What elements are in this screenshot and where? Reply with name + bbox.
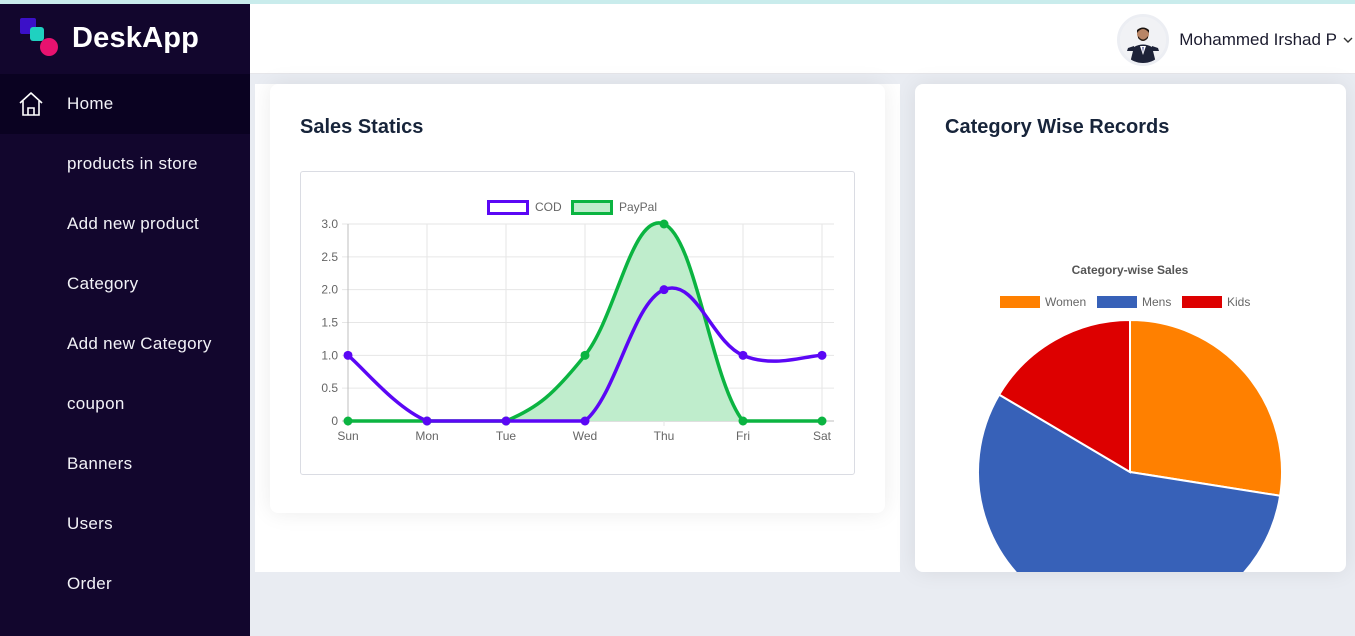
sidebar-item-label: Category [67, 274, 139, 293]
brand[interactable]: DeskApp [0, 4, 250, 72]
data-point-paypal [817, 416, 827, 426]
legend-swatch-mens [1097, 296, 1137, 308]
sidebar-item-banners[interactable]: Banners [0, 434, 250, 494]
y-tick-label: 3.0 [321, 217, 338, 231]
x-tick-label: Wed [573, 429, 597, 443]
x-tick-label: Mon [415, 429, 438, 443]
y-tick-label: 1.5 [321, 316, 338, 330]
legend-label-mens: Mens [1142, 295, 1171, 309]
data-point-paypal [659, 219, 669, 229]
data-point-cod [501, 416, 511, 426]
legend-label-paypal: PayPal [619, 200, 657, 214]
sidebar-item-label: Add new Category [67, 334, 212, 353]
y-tick-label: 0.5 [321, 381, 338, 395]
x-tick-label: Thu [654, 429, 675, 443]
x-tick-label: Tue [496, 429, 517, 443]
category-card: Category Wise Records Category-wise Sale… [915, 84, 1346, 572]
avatar[interactable] [1117, 14, 1170, 66]
home-icon [19, 92, 43, 116]
sidebar-item-users[interactable]: Users [0, 494, 250, 554]
category-card-title: Category Wise Records [945, 116, 1170, 138]
avatar-image [1120, 17, 1167, 63]
data-point-cod [422, 416, 432, 426]
data-point-cod [580, 416, 590, 426]
sidebar-item-category[interactable]: Category [0, 254, 250, 314]
data-point-paypal [738, 416, 748, 426]
sidebar: DeskApp Home products in store Add new p… [0, 4, 250, 636]
x-tick-label: Fri [736, 429, 750, 443]
legend-swatch-cod [487, 200, 529, 215]
category-pie-chart: Category-wise Sales Women Mens Kids [977, 263, 1283, 572]
data-point-cod [343, 350, 353, 360]
user-name: Mohammed Irshad P [1179, 30, 1337, 49]
brand-logo-icon [20, 18, 60, 58]
sales-card: Sales Statics 0 0.5 1.0 1.5 2.0 2.5 3.0 Sun Mon T… [270, 84, 885, 513]
y-tick-label: 1.0 [321, 348, 338, 362]
pie-title: Category-wise Sales [1072, 263, 1189, 277]
pie-slice-women [1129, 318, 1283, 497]
sidebar-item-label: Users [67, 514, 113, 533]
data-point-cod [659, 285, 669, 295]
y-tick-label: 2.0 [321, 283, 338, 297]
chevron-down-icon[interactable] [1341, 33, 1355, 47]
top-header: Mohammed Irshad P [250, 4, 1355, 74]
sidebar-item-products-in-store[interactable]: products in store [0, 134, 250, 194]
user-menu[interactable]: Mohammed Irshad P [1117, 14, 1355, 66]
sidebar-item-label: products in store [67, 154, 198, 173]
sidebar-item-home[interactable]: Home [0, 74, 250, 134]
legend-swatch-paypal [571, 200, 613, 215]
legend-swatch-kids [1182, 296, 1222, 308]
data-point-paypal [343, 416, 353, 426]
data-point-paypal [580, 350, 590, 360]
legend-swatch-women [1000, 296, 1040, 308]
sidebar-item-add-new-category[interactable]: Add new Category [0, 314, 250, 374]
sidebar-item-label: Home [67, 94, 114, 113]
legend-label-cod: COD [535, 200, 562, 214]
x-tick-label: Sat [813, 429, 832, 443]
sidebar-item-add-new-product[interactable]: Add new product [0, 194, 250, 254]
y-tick-label: 0 [331, 414, 338, 428]
sales-card-title: Sales Statics [300, 116, 424, 138]
sidebar-item-coupon[interactable]: coupon [0, 374, 250, 434]
sales-chart-box: 0 0.5 1.0 1.5 2.0 2.5 3.0 Sun Mon Tue Wed Thu Fri Sat… [300, 171, 855, 475]
data-point-cod [817, 350, 827, 360]
data-point-cod [738, 350, 748, 360]
sidebar-item-label: Banners [67, 454, 133, 473]
sidebar-item-order[interactable]: Order [0, 554, 250, 614]
legend-label-women: Women [1045, 295, 1086, 309]
sidebar-item-label: coupon [67, 394, 125, 413]
sidebar-menu: Home products in store Add new product C… [0, 74, 250, 614]
x-tick-label: Sun [337, 429, 358, 443]
brand-name: DeskApp [72, 21, 200, 54]
sidebar-item-label: Order [67, 574, 112, 593]
sales-line-chart: 0 0.5 1.0 1.5 2.0 2.5 3.0 Sun Mon Tue Wed Thu Fri Sat… [321, 200, 834, 443]
y-tick-label: 2.5 [321, 250, 338, 264]
legend-label-kids: Kids [1227, 295, 1250, 309]
sidebar-item-label: Add new product [67, 214, 200, 233]
